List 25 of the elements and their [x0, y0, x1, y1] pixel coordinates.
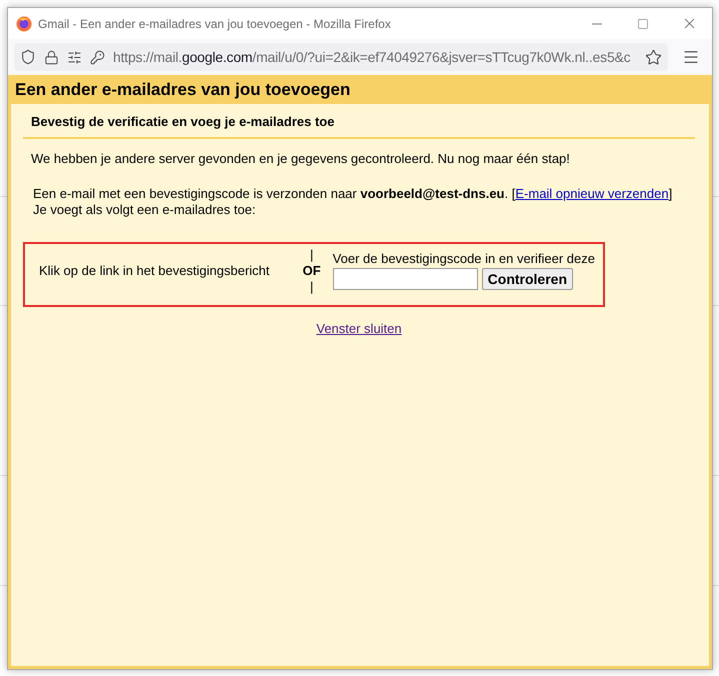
lock-icon — [44, 50, 59, 64]
code-input-field[interactable] — [332, 268, 478, 290]
adding-note: Je voegt als volgt een e-mailadres toe: — [33, 202, 256, 217]
close-window-link[interactable]: Venster sluiten — [316, 321, 402, 336]
section-title: Bevestig de verificatie en voeg je e-mailadres toe — [23, 112, 695, 139]
or-label: OF — [302, 262, 321, 280]
code-instruction: Voer de bevestigingscode in en verifieer deze — [332, 251, 595, 266]
sent-notice: Een e-mail met een bevestigingscode is verzonden naar voorbeeld@test-dns.eu. [ — [33, 186, 516, 201]
maximize-icon[interactable] — [637, 18, 649, 30]
verify-button[interactable]: Controleren — [482, 268, 573, 290]
permissions-icon — [67, 50, 82, 64]
shield-icon — [20, 49, 36, 65]
intro-text: We hebben je andere server gevonden en je gegevens gecontroleerd. Nu nog maar één stap! — [31, 151, 571, 166]
link-instruction: Klik op de link in het bevestigingsbericht — [39, 263, 271, 278]
star-icon[interactable] — [645, 48, 662, 66]
key-icon — [90, 50, 105, 64]
menu-icon[interactable] — [682, 48, 700, 66]
separator-text: | — [310, 248, 314, 261]
separator-text: | — [310, 280, 314, 293]
address-field[interactable]: https://mail.google.com/mail/u/0/?ui=2&ik=ef74049276&jsver=sTTcug7k0Wk.nl..es5&c — [14, 43, 668, 71]
browser-logo-icon — [16, 16, 32, 32]
bracket-text: ] — [668, 186, 672, 201]
dialog-header: Een ander e-mailadres van jou toevoegen — [11, 75, 709, 104]
resend-link[interactable]: E-mail opnieuw verzenden — [515, 186, 669, 201]
window-title: Gmail - Een ander e-mailadres van jou toevoegen - Mozilla Firefox — [38, 16, 392, 30]
